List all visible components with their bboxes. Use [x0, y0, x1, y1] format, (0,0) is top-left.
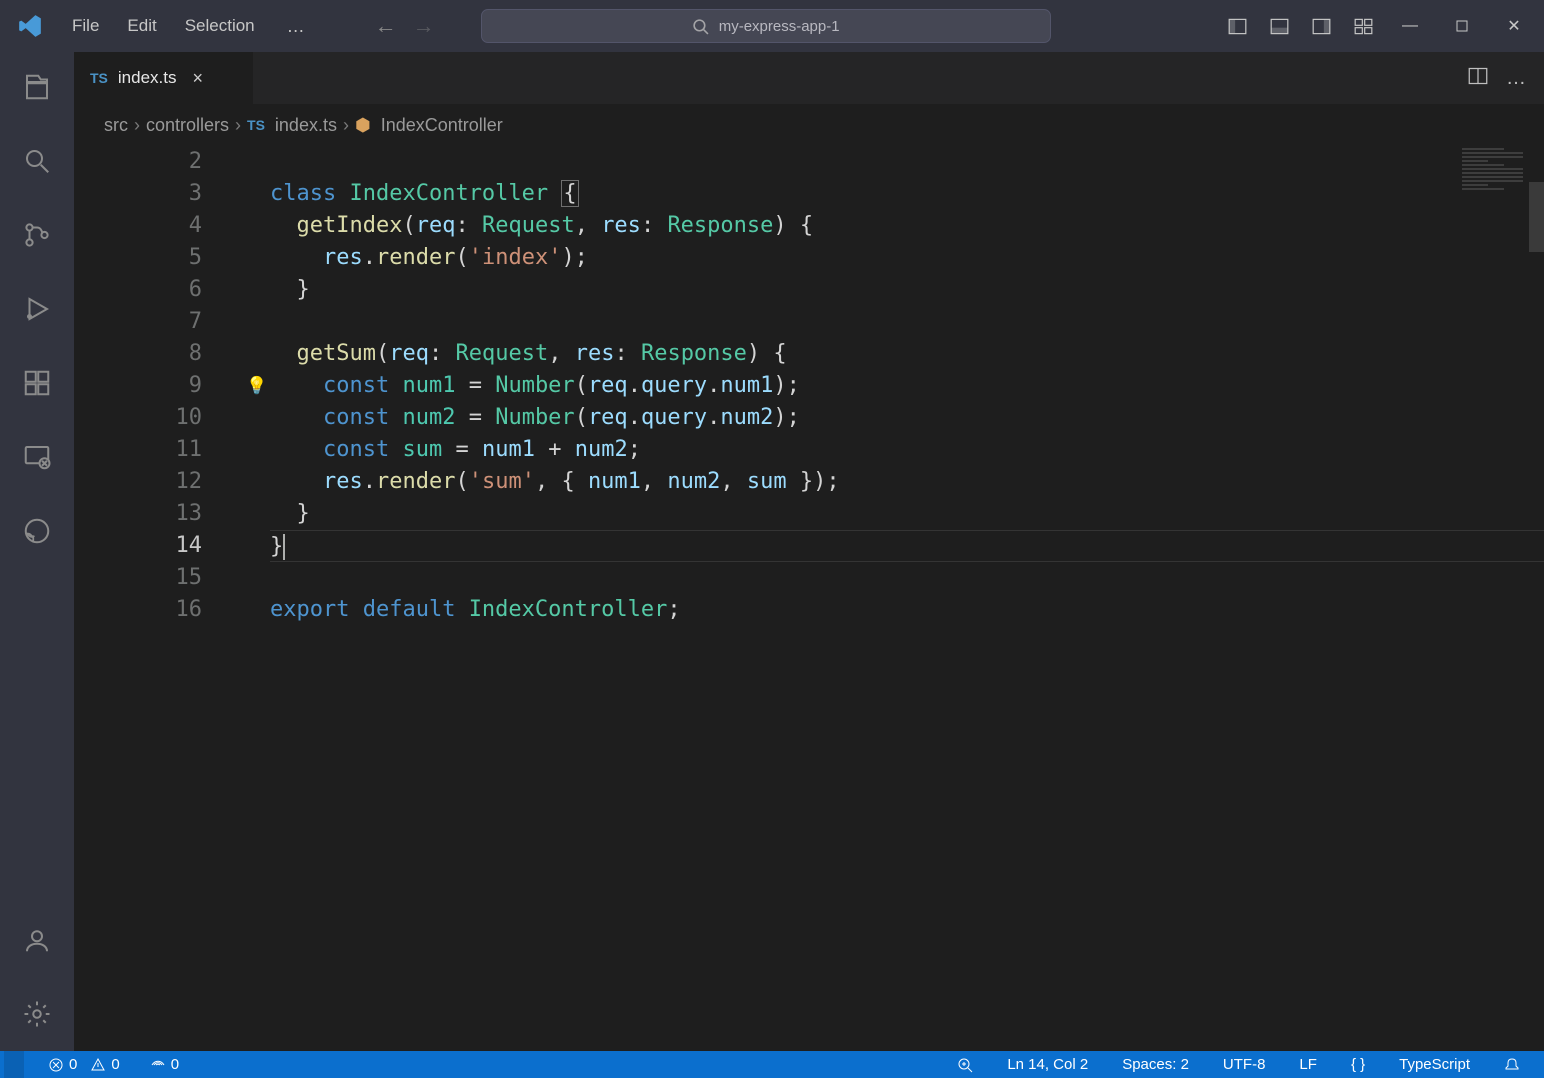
layout-left-icon[interactable] — [1216, 0, 1258, 52]
code-editor[interactable]: 2345678910111213141516 class IndexContro… — [74, 146, 1544, 1051]
accounts-icon[interactable] — [20, 923, 54, 957]
bc-symbol[interactable]: IndexController — [381, 115, 503, 136]
ts-file-icon: TS — [247, 117, 265, 133]
menu-bar: File Edit Selection … — [60, 11, 315, 42]
cursor-position[interactable]: Ln 14, Col 2 — [1001, 1056, 1094, 1073]
zoom-icon[interactable] — [951, 1057, 979, 1073]
remote-explorer-icon[interactable] — [20, 440, 54, 474]
menu-selection[interactable]: Selection — [173, 11, 267, 42]
source-control-icon[interactable] — [20, 218, 54, 252]
encoding[interactable]: UTF-8 — [1217, 1056, 1272, 1073]
indentation[interactable]: Spaces: 2 — [1116, 1056, 1195, 1073]
editor: TS index.ts × … src › controllers › TS i… — [74, 52, 1544, 1051]
warning-count: 0 — [111, 1056, 119, 1073]
error-count: 0 — [69, 1056, 77, 1073]
bc-src[interactable]: src — [104, 115, 128, 136]
menu-file[interactable]: File — [60, 11, 111, 42]
eol[interactable]: LF — [1293, 1056, 1323, 1073]
problems-indicator[interactable]: 0 0 — [42, 1056, 126, 1073]
menu-edit[interactable]: Edit — [115, 11, 168, 42]
line-gutter: 2345678910111213141516 — [74, 146, 230, 1051]
close-tab-icon[interactable]: × — [192, 68, 203, 89]
title-bar: File Edit Selection … ← → my-express-app… — [0, 0, 1544, 52]
remote-indicator[interactable] — [4, 1051, 24, 1078]
tab-actions: … — [1468, 52, 1544, 104]
layout-right-icon[interactable] — [1300, 0, 1342, 52]
activity-bar — [0, 52, 74, 1051]
minimap[interactable] — [1462, 146, 1530, 194]
notifications-icon[interactable] — [1498, 1057, 1526, 1073]
search-icon — [692, 18, 709, 35]
chevron-right-icon: › — [134, 115, 140, 136]
split-editor-icon[interactable] — [1468, 66, 1488, 90]
window-maximize[interactable] — [1436, 0, 1488, 52]
chevron-right-icon: › — [235, 115, 241, 136]
bc-file[interactable]: index.ts — [275, 115, 337, 136]
bc-controllers[interactable]: controllers — [146, 115, 229, 136]
run-debug-icon[interactable] — [20, 292, 54, 326]
window-close[interactable]: ✕ — [1488, 0, 1540, 52]
symbol-class-icon: ⬢ — [355, 115, 371, 136]
layout-bottom-icon[interactable] — [1258, 0, 1300, 52]
command-center[interactable]: my-express-app-1 — [481, 9, 1051, 43]
code-body[interactable]: class IndexController { getIndex(req: Re… — [270, 146, 1544, 1051]
explorer-icon[interactable] — [20, 70, 54, 104]
nav-back-icon[interactable]: ← — [375, 13, 397, 39]
language-braces[interactable]: { } — [1345, 1056, 1371, 1073]
command-center-text: my-express-app-1 — [719, 18, 840, 35]
github-icon[interactable] — [20, 514, 54, 548]
vscode-logo-icon — [0, 0, 60, 52]
layout-customize-icon[interactable] — [1342, 0, 1384, 52]
chevron-right-icon: › — [343, 115, 349, 136]
status-bar: 0 0 0 Ln 14, Col 2 Spaces: 2 UTF-8 LF { … — [0, 1051, 1544, 1078]
breadcrumbs[interactable]: src › controllers › TS index.ts › ⬢ Inde… — [74, 104, 1544, 146]
tab-title: index.ts — [118, 68, 177, 88]
settings-gear-icon[interactable] — [20, 997, 54, 1031]
nav-forward-icon[interactable]: → — [413, 13, 435, 39]
extensions-icon[interactable] — [20, 366, 54, 400]
ports-count: 0 — [171, 1056, 179, 1073]
search-icon[interactable] — [20, 144, 54, 178]
title-right: — ✕ — [1216, 0, 1544, 52]
tab-index-ts[interactable]: TS index.ts × — [74, 52, 254, 104]
language-mode[interactable]: TypeScript — [1393, 1056, 1476, 1073]
scrollbar-thumb[interactable] — [1529, 182, 1544, 252]
main: TS index.ts × … src › controllers › TS i… — [0, 52, 1544, 1051]
nav-area: ← → my-express-app-1 — [375, 9, 1051, 43]
ts-file-icon: TS — [90, 70, 108, 86]
window-minimize[interactable]: — — [1384, 0, 1436, 52]
more-actions-icon[interactable]: … — [1506, 67, 1526, 90]
tab-bar: TS index.ts × … — [74, 52, 1544, 104]
menu-more[interactable]: … — [277, 11, 315, 42]
ports-indicator[interactable]: 0 — [144, 1056, 185, 1073]
